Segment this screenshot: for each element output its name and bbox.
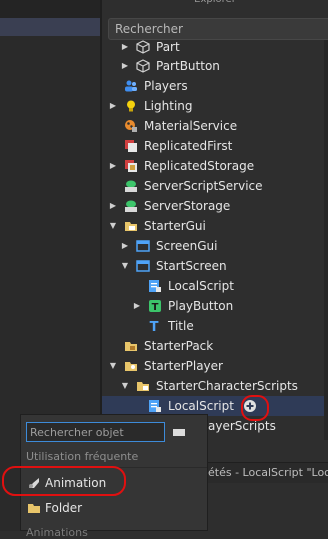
tree-item-label: Part	[156, 40, 180, 54]
collapsed-arrow-icon[interactable]: ▶	[108, 100, 118, 112]
tree-item-startscreen[interactable]: ▼ StartScreen	[102, 256, 328, 276]
explorer-scrollbar[interactable]	[324, 40, 328, 440]
tree-item-label: ReplicatedFirst	[144, 139, 233, 153]
tree-item-playbutton[interactable]: ▶ T PlayButton	[102, 296, 328, 316]
svg-text:T: T	[152, 302, 159, 313]
part-cube-icon	[136, 40, 150, 54]
tree-item-label: MaterialService	[144, 119, 238, 133]
popup-section-label: Utilisation fréquente	[26, 450, 139, 463]
screen-gui-icon	[136, 240, 150, 252]
tree-item-label: PartButton	[156, 59, 220, 73]
screen-gui-icon	[136, 260, 150, 272]
tree-item-label: PlayButton	[168, 299, 234, 313]
tree-item-startergui[interactable]: ▼ StarterGui	[102, 216, 328, 236]
tree-item-label: ReplicatedStorage	[144, 159, 255, 173]
tree-item-label: StarterPlayer	[144, 359, 223, 373]
expanded-arrow-icon[interactable]: ▼	[120, 260, 130, 272]
collapsed-arrow-icon[interactable]: ▶	[132, 300, 142, 312]
starter-gui-icon	[125, 222, 137, 231]
tree-item-starterpack[interactable]: StarterPack	[102, 336, 328, 356]
tree-item-screengui[interactable]: ▶ ScreenGui	[102, 236, 328, 256]
expanded-arrow-icon[interactable]: ▼	[108, 220, 118, 232]
tree-item-label: LocalScript	[168, 279, 234, 293]
tree-item-replicatedfirst[interactable]: ReplicatedFirst	[102, 136, 328, 156]
left-panel-header	[0, 0, 100, 18]
collapsed-arrow-icon[interactable]: ▶	[108, 200, 118, 212]
properties-body	[208, 483, 328, 531]
tree-item-label: StarterGui	[144, 219, 206, 233]
replicated-storage-icon	[125, 160, 137, 172]
explorer-search-input[interactable]	[115, 21, 325, 37]
tree-item-label: Players	[144, 79, 188, 93]
animation-icon	[29, 478, 39, 488]
tree-item-serverscriptservice[interactable]: ServerScriptService	[102, 176, 328, 196]
popup-section-label-faded: Animations	[26, 526, 88, 539]
tree-item-label: ayerScripts	[208, 419, 276, 433]
tree-item-serverstorage[interactable]: ▶ ServerStorage	[102, 196, 328, 216]
collapsed-arrow-icon[interactable]: ▶	[120, 240, 130, 252]
popup-item-folder[interactable]: Folder	[21, 498, 207, 518]
add-object-plus-icon[interactable]	[243, 399, 257, 413]
local-script-icon	[149, 280, 161, 292]
part-cube-icon	[136, 59, 150, 73]
local-script-icon	[149, 400, 161, 412]
expanded-arrow-icon[interactable]: ▼	[120, 380, 130, 392]
lightbulb-icon	[127, 100, 135, 112]
tree-item-starterplayer[interactable]: ▼ StarterPlayer	[102, 356, 328, 376]
collapsed-arrow-icon[interactable]: ▶	[120, 60, 130, 72]
tree-item-startercharacterscripts[interactable]: ▼ StarterCharacterScripts	[102, 376, 328, 396]
tree-item-replicatedstorage[interactable]: ▶ ReplicatedStorage	[102, 156, 328, 176]
insert-object-search-input[interactable]	[30, 424, 160, 440]
popup-item-animation[interactable]: Animation	[21, 473, 207, 493]
popup-item-label: Folder	[45, 501, 83, 515]
tree-item-label: Lighting	[144, 99, 193, 113]
collapsed-arrow-icon[interactable]: ▶	[108, 160, 118, 172]
svg-text:T: T	[150, 320, 159, 333]
tree-item-localscript-selected[interactable]: LocalScript	[102, 396, 328, 416]
tree-item-label: ScreenGui	[156, 239, 218, 253]
material-service-icon	[125, 120, 137, 132]
collapsed-arrow-icon[interactable]: ▶	[120, 41, 130, 53]
list-view-toggle-icon[interactable]	[173, 429, 185, 436]
popup-item-label: Animation	[45, 476, 107, 490]
insert-object-search-box[interactable]	[26, 422, 165, 442]
left-panel-selected-row[interactable]	[0, 18, 100, 36]
tree-item-localscript-startscreen[interactable]: LocalScript	[102, 276, 328, 296]
tree-item-partbutton[interactable]: ▶ PartButton	[102, 56, 328, 76]
insert-object-popup: Utilisation fréquente Animation Folder A…	[20, 414, 208, 539]
tree-item-materialservice[interactable]: MaterialService	[102, 116, 328, 136]
tree-item-players[interactable]: Players	[102, 76, 328, 96]
tree-item-title[interactable]: T Title	[102, 316, 328, 336]
starter-player-icon	[125, 362, 137, 371]
tree-item-label: LocalScript	[168, 399, 234, 413]
expanded-arrow-icon[interactable]: ▼	[108, 360, 118, 372]
text-label-icon: T	[150, 320, 159, 333]
tree-item-label: StarterCharacterScripts	[156, 379, 298, 393]
tree-item-label: Title	[168, 319, 194, 333]
tree-item-part[interactable]: ▶ Part	[102, 37, 328, 57]
text-button-icon: T	[149, 300, 161, 313]
tree-item-label: StarterPack	[144, 339, 214, 353]
tree-item-label: ServerStorage	[144, 199, 231, 213]
popup-divider	[21, 467, 207, 468]
players-icon	[125, 80, 137, 92]
explorer-title: Explorer	[102, 0, 328, 8]
tree-item-label: StartScreen	[156, 259, 227, 273]
replicated-first-icon	[125, 140, 137, 152]
server-storage-icon	[125, 200, 137, 212]
properties-title: étés - LocalScript "Loca	[208, 466, 328, 479]
tree-item-label: ServerScriptService	[144, 179, 263, 193]
properties-header: étés - LocalScript "Loca	[208, 462, 328, 483]
tree-item-lighting[interactable]: ▶ Lighting	[102, 96, 328, 116]
server-script-service-icon	[125, 180, 137, 192]
folder-icon	[28, 504, 40, 513]
folder-icon	[137, 382, 149, 391]
starter-pack-icon	[125, 342, 137, 351]
